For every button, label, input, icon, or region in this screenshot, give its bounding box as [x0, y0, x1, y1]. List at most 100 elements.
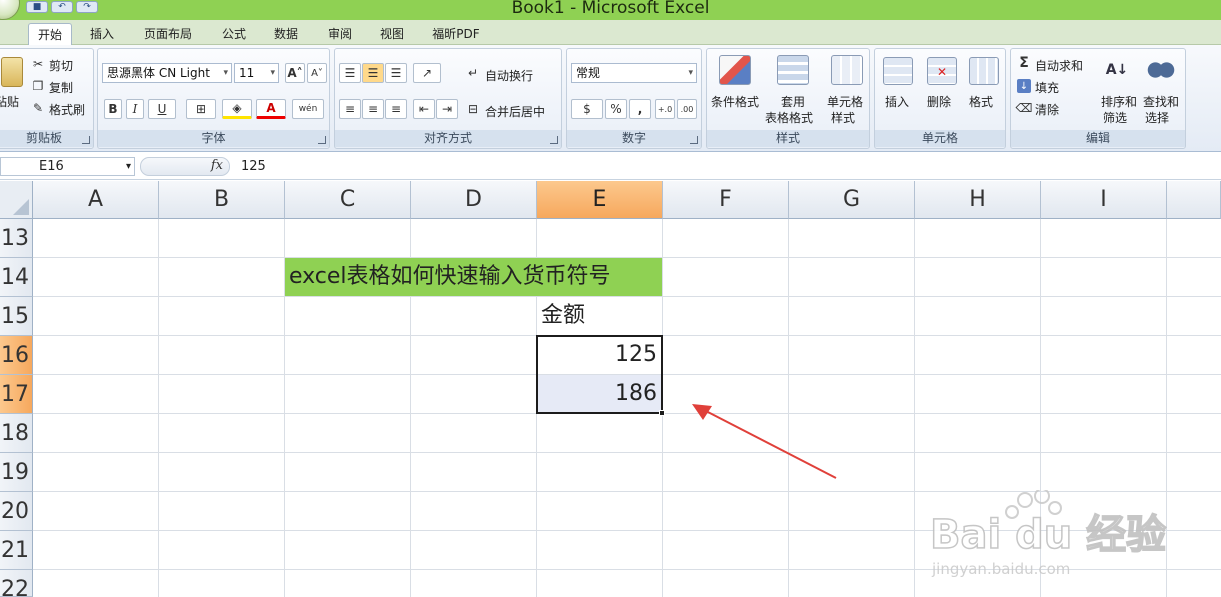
- align-left-icon[interactable]: ≡: [339, 99, 361, 119]
- phonetic-icon[interactable]: wén: [292, 99, 324, 119]
- align-top-icon[interactable]: ☰: [339, 63, 361, 83]
- font-name-select[interactable]: 思源黑体 CN Light: [102, 63, 232, 83]
- row-header-17[interactable]: 17: [0, 375, 33, 414]
- currency-format-icon[interactable]: $: [571, 99, 603, 119]
- percent-button[interactable]: %: [605, 99, 627, 119]
- fill-handle[interactable]: [659, 410, 665, 416]
- alignment-launcher-icon[interactable]: [550, 136, 558, 144]
- paste-icon[interactable]: [1, 57, 23, 87]
- bold-button[interactable]: B: [104, 99, 122, 119]
- tab-foxit-pdf[interactable]: 福昕PDF: [426, 23, 486, 45]
- cell-styles-label-1[interactable]: 单元格: [827, 93, 863, 110]
- number-format-select[interactable]: 常规: [571, 63, 697, 83]
- column-header-g[interactable]: G: [789, 181, 915, 219]
- insert-function-area[interactable]: fx: [140, 157, 230, 176]
- column-header-i[interactable]: I: [1041, 181, 1167, 219]
- name-box[interactable]: E16: [0, 157, 135, 176]
- row-header-21[interactable]: 21: [0, 531, 33, 570]
- fill-color-icon[interactable]: ◈: [222, 99, 252, 119]
- decrease-decimal-button[interactable]: .00: [677, 99, 697, 119]
- format-cells-button[interactable]: 格式: [969, 93, 993, 110]
- orientation-icon[interactable]: ↗: [413, 63, 441, 83]
- row-header-15[interactable]: 15: [0, 297, 33, 336]
- cell-e15-header[interactable]: 金额: [541, 297, 585, 335]
- column-header-c[interactable]: C: [285, 181, 411, 219]
- increase-decimal-button[interactable]: +.0: [655, 99, 675, 119]
- row-header-19[interactable]: 19: [0, 453, 33, 492]
- column-header-d[interactable]: D: [411, 181, 537, 219]
- tab-insert[interactable]: 插入: [80, 23, 124, 45]
- conditional-format-button[interactable]: 条件格式: [711, 93, 759, 110]
- cell-c14-title[interactable]: excel表格如何快速输入货币符号: [285, 258, 662, 296]
- clear-button[interactable]: 清除: [1035, 101, 1059, 118]
- comma-button[interactable]: ,: [629, 99, 651, 119]
- formula-input[interactable]: 125: [241, 157, 266, 176]
- group-label-number: 数字: [567, 130, 701, 147]
- format-table-label-2[interactable]: 表格格式: [765, 109, 813, 126]
- column-header-h[interactable]: H: [915, 181, 1041, 219]
- format-table-label-1[interactable]: 套用: [781, 93, 805, 110]
- gridline: [158, 219, 159, 597]
- increase-indent-icon[interactable]: ⇥: [436, 99, 458, 119]
- insert-cells-button[interactable]: 插入: [885, 93, 909, 110]
- decrease-indent-icon[interactable]: ⇤: [413, 99, 435, 119]
- column-header-j[interactable]: [1167, 181, 1221, 219]
- font-launcher-icon[interactable]: [318, 136, 326, 144]
- number-launcher-icon[interactable]: [690, 136, 698, 144]
- row-header-16[interactable]: 16: [0, 336, 33, 375]
- conditional-format-icon[interactable]: [719, 55, 751, 85]
- find-select-label-2[interactable]: 选择: [1145, 109, 1169, 126]
- copy-button[interactable]: 复制: [49, 79, 73, 96]
- sort-filter-icon[interactable]: A↓: [1103, 55, 1131, 85]
- align-middle-icon[interactable]: ☰: [362, 63, 384, 83]
- borders-icon[interactable]: ⊞: [186, 99, 216, 119]
- shrink-font-icon[interactable]: A˅: [307, 63, 327, 83]
- fill-button[interactable]: 填充: [1035, 79, 1059, 96]
- row-header-18[interactable]: 18: [0, 414, 33, 453]
- row-header-22[interactable]: 22: [0, 570, 33, 597]
- row-header-13[interactable]: 13: [0, 219, 33, 258]
- tab-data[interactable]: 数据: [264, 23, 308, 45]
- clipboard-launcher-icon[interactable]: [82, 136, 90, 144]
- autosum-button[interactable]: 自动求和: [1035, 57, 1083, 74]
- font-size-select[interactable]: 11: [234, 63, 279, 83]
- tab-home[interactable]: 开始: [28, 23, 72, 45]
- column-header-b[interactable]: B: [159, 181, 285, 219]
- find-select-label-1[interactable]: 查找和: [1143, 93, 1179, 110]
- tab-view[interactable]: 视图: [370, 23, 414, 45]
- row-header-14[interactable]: 14: [0, 258, 33, 297]
- fx-icon[interactable]: fx: [211, 158, 223, 173]
- gridline: [788, 219, 789, 597]
- italic-button[interactable]: I: [126, 99, 144, 119]
- cell-styles-label-2[interactable]: 样式: [831, 109, 855, 126]
- insert-cells-icon[interactable]: [883, 57, 913, 85]
- sort-filter-label-1[interactable]: 排序和: [1101, 93, 1137, 110]
- align-center-icon[interactable]: ≡: [362, 99, 384, 119]
- format-cells-icon[interactable]: [969, 57, 999, 85]
- format-table-icon[interactable]: [777, 55, 809, 85]
- font-color-icon[interactable]: A: [256, 99, 286, 119]
- binoculars-icon[interactable]: [1147, 55, 1175, 85]
- group-cells: 插入 ✕ 删除 格式 单元格: [874, 48, 1006, 149]
- column-header-a[interactable]: A: [33, 181, 159, 219]
- paste-button[interactable]: 粘贴: [0, 93, 19, 110]
- column-header-f[interactable]: F: [663, 181, 789, 219]
- delete-cells-icon[interactable]: ✕: [927, 57, 957, 85]
- align-right-icon[interactable]: ≡: [385, 99, 407, 119]
- tab-page-layout[interactable]: 页面布局: [136, 23, 200, 45]
- sort-filter-label-2[interactable]: 筛选: [1103, 109, 1127, 126]
- wrap-text-button[interactable]: 自动换行: [485, 67, 533, 84]
- tab-formulas[interactable]: 公式: [212, 23, 256, 45]
- delete-cells-button[interactable]: 删除: [927, 93, 951, 110]
- tab-review[interactable]: 审阅: [318, 23, 362, 45]
- underline-button[interactable]: U: [148, 99, 176, 119]
- merge-center-button[interactable]: 合并后居中: [485, 103, 545, 120]
- column-header-e[interactable]: E: [537, 181, 663, 219]
- cut-button[interactable]: 剪切: [49, 57, 73, 74]
- select-all-button[interactable]: [0, 181, 33, 219]
- align-bottom-icon[interactable]: ☰: [385, 63, 407, 83]
- format-painter-button[interactable]: 格式刷: [49, 101, 85, 118]
- grow-font-icon[interactable]: A˄: [285, 63, 305, 83]
- cell-styles-icon[interactable]: [831, 55, 863, 85]
- row-header-20[interactable]: 20: [0, 492, 33, 531]
